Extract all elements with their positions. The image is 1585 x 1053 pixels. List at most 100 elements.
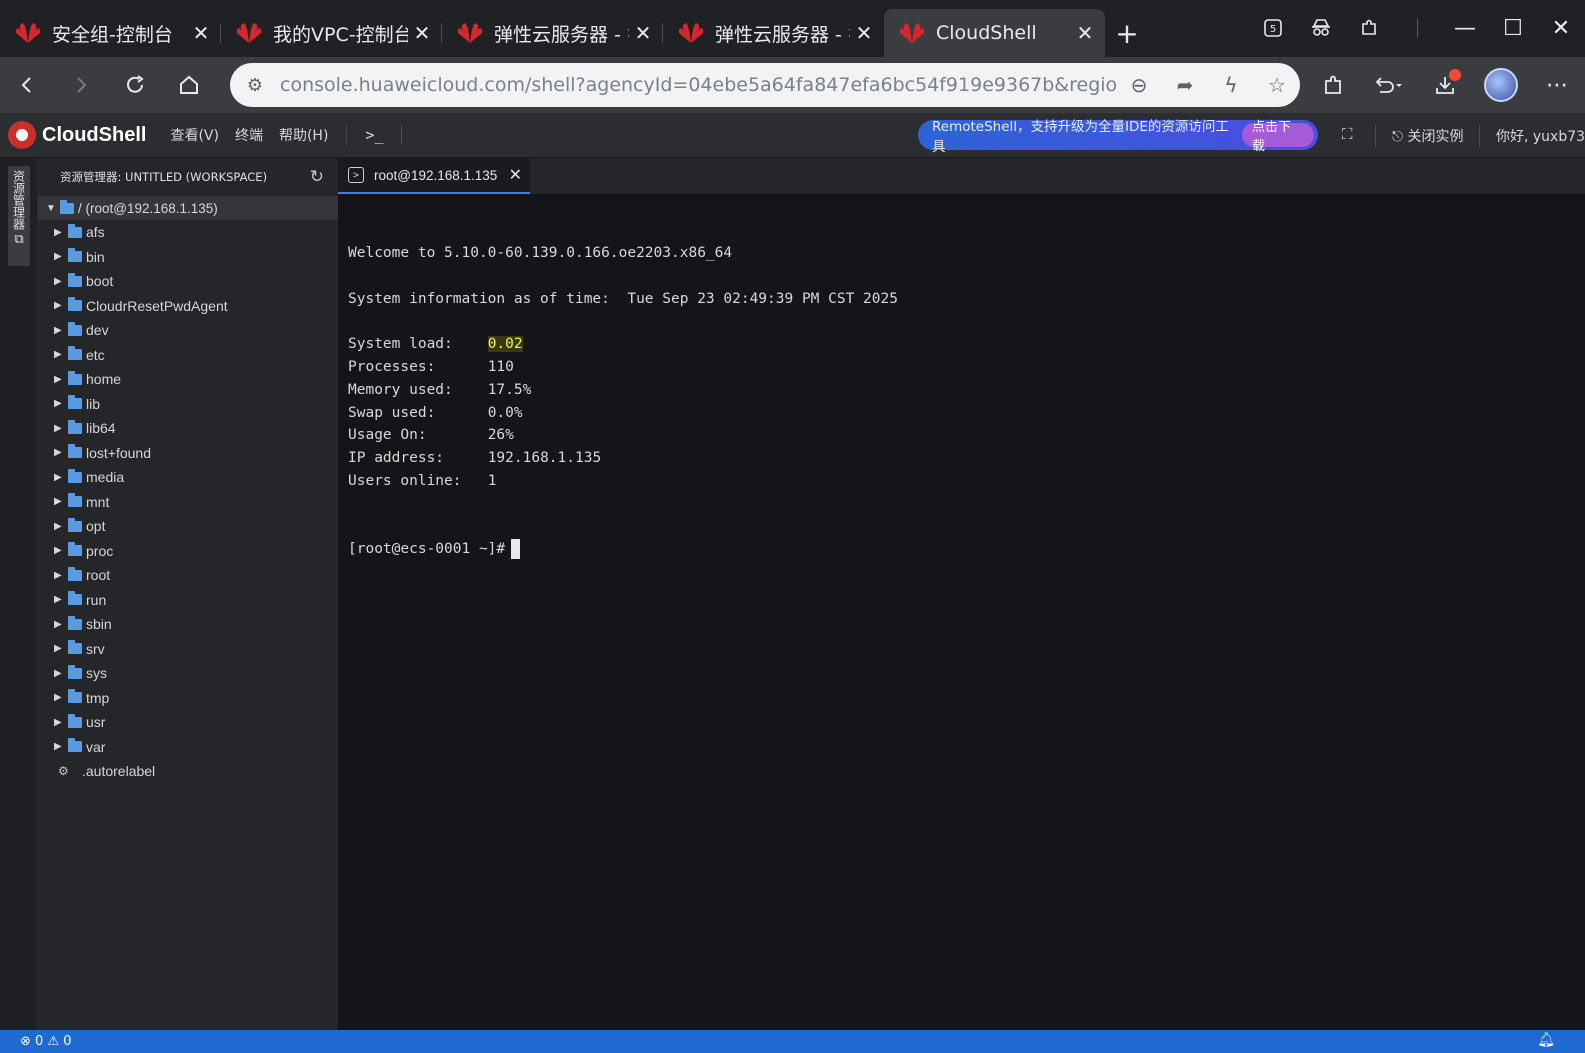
folder-icon — [68, 248, 82, 263]
terminal-tab[interactable]: > root@192.168.1.135 ✕ — [338, 158, 530, 194]
tree-folder[interactable]: ▶ home — [38, 367, 338, 392]
tree-file[interactable]: ⚙ .autorelabel — [38, 759, 338, 784]
extensions-icon[interactable] — [1305, 63, 1361, 107]
tree-folder[interactable]: ▶ bin — [38, 245, 338, 270]
folder-icon — [68, 223, 82, 238]
caret-right-icon: ▶ — [54, 349, 62, 361]
huawei-logo-icon — [456, 21, 484, 45]
tab-title: CloudShell — [936, 22, 1037, 44]
close-instance-button[interactable]: ⎋ 关闭实例 — [1392, 126, 1464, 146]
terminal-output[interactable]: Welcome to 5.10.0-60.139.0.166.oe2203.x8… — [338, 194, 1585, 1030]
new-tab-button[interactable]: + — [1105, 9, 1149, 57]
browser-tab-3[interactable]: 弹性云服务器 - 扌 ✕ — [442, 9, 663, 57]
close-icon[interactable]: ✕ — [408, 21, 436, 45]
tree-folder[interactable]: ▶ afs — [38, 220, 338, 245]
browser-tab-cloudshell[interactable]: CloudShell ✕ — [884, 9, 1105, 57]
menu-help[interactable]: 帮助(H) — [279, 125, 328, 145]
back-button[interactable] — [0, 63, 54, 107]
folder-icon — [68, 615, 82, 630]
terminal-prompt-icon[interactable]: >_ — [365, 126, 383, 144]
folder-icon — [68, 713, 82, 728]
tree-folder[interactable]: ▶ dev — [38, 318, 338, 343]
close-window-button[interactable]: ✕ — [1537, 8, 1585, 48]
bell-icon[interactable]: 🔔︎ — [1537, 1032, 1555, 1048]
address-bar[interactable]: ⚙ console.huaweicloud.com/shell?agencyId… — [230, 63, 1300, 107]
folder-icon — [68, 640, 82, 655]
profile-avatar-button[interactable] — [1473, 63, 1529, 107]
exit-icon: ⎋ — [1392, 129, 1408, 145]
tree-folder[interactable]: ▶ etc — [38, 343, 338, 368]
errors-indicator[interactable]: ⊗ 0 ⚠ 0 — [20, 1034, 72, 1049]
user-greeting[interactable]: 你好, yuxb73 — [1496, 126, 1585, 146]
tree-folder[interactable]: ▶ srv — [38, 637, 338, 662]
tree-folder[interactable]: ▶ lib64 — [38, 416, 338, 441]
performance-icon[interactable]: ϟ — [1208, 73, 1254, 97]
fullscreen-icon[interactable]: ⛶ — [1342, 125, 1353, 143]
reload-button[interactable] — [108, 63, 162, 107]
folder-label: bin — [86, 248, 105, 265]
caret-right-icon: ▶ — [54, 618, 62, 630]
folder-icon — [68, 419, 82, 434]
close-icon[interactable]: ✕ — [187, 21, 215, 45]
explorer-activity-button[interactable]: 资源管理器 ⧉ — [8, 166, 30, 266]
minimize-button[interactable]: — — [1441, 8, 1489, 48]
tree-folder[interactable]: ▶ root — [38, 563, 338, 588]
close-icon[interactable]: ✕ — [629, 21, 657, 45]
browser-tab-2[interactable]: 我的VPC-控制台 ✕ — [221, 9, 442, 57]
close-icon[interactable]: ✕ — [850, 21, 878, 45]
menu-terminal[interactable]: 终端 — [235, 125, 263, 145]
browser-tab-4[interactable]: 弹性云服务器 - 扌 ✕ — [663, 9, 884, 57]
history-back-menu-icon[interactable] — [1361, 63, 1417, 107]
tree-folder[interactable]: ▶ media — [38, 465, 338, 490]
tree-folder[interactable]: ▶ sbin — [38, 612, 338, 637]
error-icon: ⊗ — [20, 1034, 31, 1049]
home-button[interactable] — [162, 63, 216, 107]
tree-folder[interactable]: ▶ CloudrResetPwdAgent — [38, 294, 338, 319]
incognito-icon[interactable] — [1297, 8, 1345, 48]
close-icon[interactable]: ✕ — [509, 165, 522, 185]
remoteshell-banner[interactable]: RemoteShell，支持升级为全量IDE的资源访问工具 点击下载 — [918, 119, 1318, 155]
tree-folder[interactable]: ▶ tmp — [38, 686, 338, 711]
caret-right-icon: ▶ — [54, 643, 62, 655]
more-menu-icon[interactable]: ⋯ — [1529, 63, 1585, 107]
menu-divider — [401, 125, 403, 145]
stat-label: Memory used: — [348, 381, 488, 398]
browser-tab-1[interactable]: 安全组-控制台 ✕ — [0, 9, 221, 57]
refresh-icon[interactable]: ↻ — [310, 167, 324, 187]
tree-folder[interactable]: ▶ lost+found — [38, 441, 338, 466]
tree-folder[interactable]: ▶ sys — [38, 661, 338, 686]
tree-folder[interactable]: ▶ run — [38, 588, 338, 613]
maximize-button[interactable]: ☐ — [1489, 8, 1537, 48]
url-text[interactable]: console.huaweicloud.com/shell?agencyId=0… — [280, 74, 1116, 96]
download-button[interactable]: 点击下载 — [1242, 120, 1314, 154]
tree-folder[interactable]: ▶ lib — [38, 392, 338, 417]
warning-count: 0 — [63, 1034, 72, 1049]
forward-button[interactable] — [54, 63, 108, 107]
stat-value: 0.02 — [487, 336, 523, 353]
caret-right-icon: ▶ — [54, 716, 62, 728]
header-divider — [1375, 125, 1376, 147]
folder-icon — [68, 395, 82, 410]
bookmark-star-icon[interactable]: ☆ — [1254, 73, 1300, 97]
share-icon[interactable]: ➦ — [1162, 73, 1208, 97]
folder-label: lib64 — [86, 420, 116, 437]
menu-view[interactable]: 查看(V) — [170, 125, 219, 145]
tab-actions-icon[interactable]: 5 — [1249, 8, 1297, 48]
tree-folder[interactable]: ▶ var — [38, 735, 338, 760]
tree-folder[interactable]: ▶ proc — [38, 539, 338, 564]
tree-folder[interactable]: ▶ usr — [38, 710, 338, 735]
extensions-puzzle-icon[interactable] — [1345, 8, 1393, 48]
zoom-out-icon[interactable]: ⊖ — [1116, 73, 1162, 97]
close-icon[interactable]: ✕ — [1071, 21, 1099, 45]
caret-right-icon: ▶ — [54, 569, 62, 581]
folder-icon — [68, 738, 82, 753]
downloads-icon[interactable] — [1417, 63, 1473, 107]
site-info-icon[interactable]: ⚙ — [230, 75, 280, 96]
tree-folder[interactable]: ▶ mnt — [38, 490, 338, 515]
tree-folder[interactable]: ▶ opt — [38, 514, 338, 539]
stat-label: Swap used: — [348, 404, 488, 421]
tree-folder[interactable]: ▶ boot — [38, 269, 338, 294]
tree-root[interactable]: ▼ / (root@192.168.1.135) — [38, 196, 338, 220]
